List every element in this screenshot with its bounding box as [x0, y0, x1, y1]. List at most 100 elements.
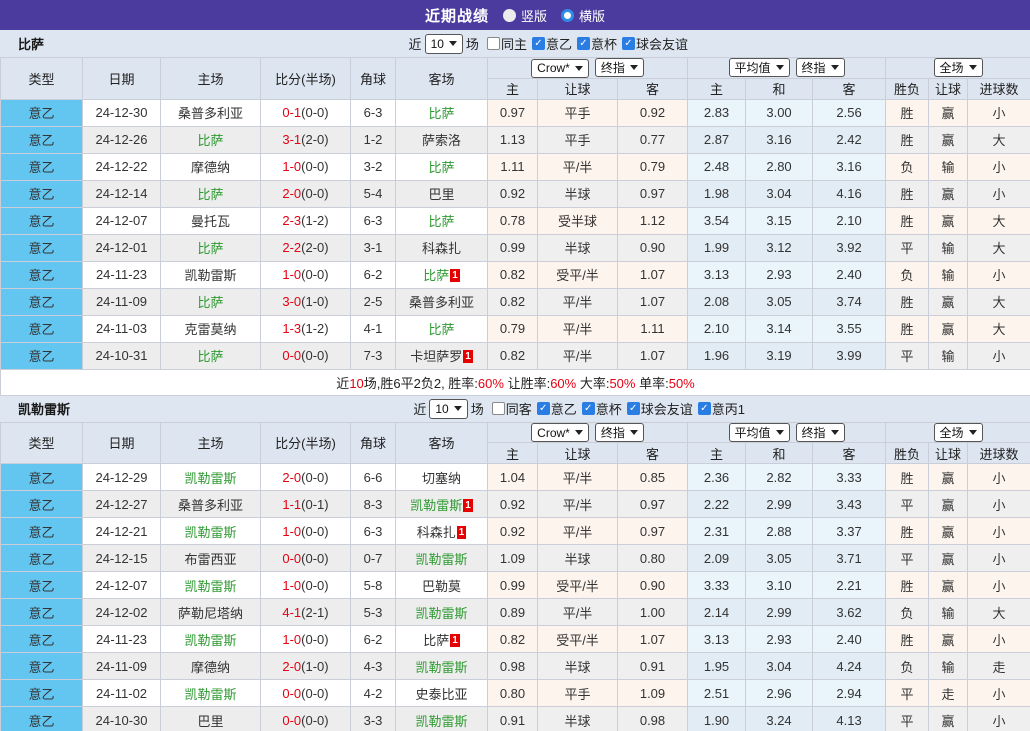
radio-vertical-layout[interactable]: 竖版 [503, 6, 547, 25]
away-team-cell: 比萨 [396, 207, 488, 234]
away-team-cell: 卡坦萨罗1 [396, 342, 488, 369]
chevron-down-icon [575, 66, 583, 71]
average-odds-cell: 2.87 [688, 126, 746, 153]
fulltime-score: 3-0 [282, 294, 301, 309]
result-cell: 负 [886, 153, 929, 180]
filter-checkbox[interactable]: 同客 [492, 399, 532, 418]
handicap-odds-cell: 平/半 [538, 599, 618, 626]
match-date-cell: 24-12-15 [83, 545, 161, 572]
radio-horizontal-layout[interactable]: 横版 [561, 6, 605, 25]
filter-checkbox[interactable]: ✓意乙 [532, 34, 572, 53]
handicap-odds-cell: 1.04 [488, 464, 538, 491]
chevron-down-icon [831, 65, 839, 70]
header-select[interactable]: 平均值 [729, 423, 790, 442]
result-cell: 平 [886, 491, 929, 518]
match-count-select[interactable]: 10 [425, 34, 463, 54]
result-cell: 胜 [886, 99, 929, 126]
team-name: 巴里 [428, 187, 454, 202]
filter-checkbox[interactable]: ✓意乙 [537, 399, 577, 418]
away-team-cell: 巴里 [396, 180, 488, 207]
handicap-odds-cell: 0.89 [488, 599, 538, 626]
filter-checkbox[interactable]: ✓意杯 [577, 34, 617, 53]
average-odds-cell: 3.04 [746, 653, 813, 680]
filter-checkboxes: 同主 ✓意乙 ✓意杯 ✓球会友谊 [482, 34, 688, 53]
header-select[interactable]: 终指 [595, 58, 644, 77]
halftime-score: (0-0) [301, 267, 328, 282]
column-header: 主场 [161, 422, 261, 464]
header-select[interactable]: Crow* [531, 423, 589, 442]
column-subheader: 主 [688, 78, 746, 99]
team-name: 凯勒雷斯 [415, 714, 467, 729]
match-type-cell: 意乙 [1, 234, 83, 261]
header-select[interactable]: 平均值 [729, 58, 790, 77]
corner-cell: 4-3 [351, 653, 396, 680]
fulltime-score: 0-0 [282, 551, 301, 566]
handicap-odds-cell: 0.97 [618, 491, 688, 518]
home-team-cell: 萨勒尼塔纳 [161, 599, 261, 626]
team-name: 凯勒雷斯 [184, 633, 236, 648]
filter-checkbox[interactable]: ✓球会友谊 [622, 34, 688, 53]
match-date-cell: 24-12-07 [83, 207, 161, 234]
header-select[interactable]: 全场 [934, 58, 983, 77]
team-name: 凯勒雷斯 [184, 471, 236, 486]
column-subheader: 胜负 [886, 78, 929, 99]
average-odds-cell: 2.93 [746, 261, 813, 288]
team-name: 克雷莫纳 [184, 322, 236, 337]
filter-checkbox[interactable]: ✓意杯 [582, 399, 622, 418]
away-team-cell: 巴勒莫 [396, 572, 488, 599]
result-cell: 赢 [929, 491, 968, 518]
fulltime-score: 2-0 [282, 470, 301, 485]
home-team-cell: 比萨 [161, 180, 261, 207]
handicap-odds-cell: 受平/半 [538, 626, 618, 653]
table-row: 意乙24-12-22摩德纳1-0(0-0)3-2比萨1.11平/半0.792.4… [1, 153, 1030, 180]
fulltime-score: 1-0 [282, 524, 301, 539]
away-team-cell: 比萨1 [396, 626, 488, 653]
result-cell: 胜 [886, 126, 929, 153]
table-row: 意乙24-12-07凯勒雷斯1-0(0-0)5-8巴勒莫0.99受平/半0.90… [1, 572, 1030, 599]
average-odds-cell: 2.82 [746, 464, 813, 491]
result-cell: 赢 [929, 288, 968, 315]
select-value: 全场 [940, 424, 964, 441]
handicap-odds-cell: 平/半 [538, 464, 618, 491]
home-team-cell: 克雷莫纳 [161, 315, 261, 342]
checkbox-icon: ✓ [622, 37, 635, 50]
team-name: 比萨 [197, 241, 223, 256]
header-select[interactable]: 终指 [796, 423, 845, 442]
score-cell: 0-0(0-0) [261, 707, 351, 731]
fulltime-score: 4-1 [282, 605, 301, 620]
handicap-odds-cell: 0.90 [618, 234, 688, 261]
filter-checkbox[interactable]: ✓意丙1 [698, 399, 745, 418]
match-count-select[interactable]: 10 [429, 399, 467, 419]
handicap-odds-cell: 0.91 [488, 707, 538, 731]
filter-unit-label: 场 [471, 399, 484, 418]
result-cell: 赢 [929, 707, 968, 731]
column-subheader: 让球 [538, 443, 618, 464]
score-cell: 0-0(0-0) [261, 545, 351, 572]
score-cell: 1-0(0-0) [261, 261, 351, 288]
result-cell: 胜 [886, 518, 929, 545]
match-date-cell: 24-12-26 [83, 126, 161, 153]
filter-checkbox[interactable]: 同主 [487, 34, 527, 53]
result-cell: 小 [968, 626, 1030, 653]
table-row: 意乙24-10-31比萨0-0(0-0)7-3卡坦萨罗10.82平/半1.071… [1, 342, 1030, 369]
average-odds-cell: 2.42 [813, 126, 886, 153]
column-subheader: 客 [813, 443, 886, 464]
header-select[interactable]: 终指 [595, 423, 644, 442]
average-odds-cell: 3.10 [746, 572, 813, 599]
corner-cell: 4-1 [351, 315, 396, 342]
team-name: 切塞纳 [422, 471, 461, 486]
team-name: 摩德纳 [191, 660, 230, 675]
team-name: 桑普多利亚 [409, 295, 474, 310]
halftime-score: (1-0) [301, 659, 328, 674]
result-cell: 胜 [886, 572, 929, 599]
checkbox-icon [487, 37, 500, 50]
header-select[interactable]: Crow* [531, 59, 589, 78]
header-select[interactable]: 终指 [796, 58, 845, 77]
team-name: 比萨 [428, 322, 454, 337]
team-name: 萨索洛 [422, 133, 461, 148]
away-team-cell: 科森扎 [396, 234, 488, 261]
filter-checkbox[interactable]: ✓球会友谊 [627, 399, 693, 418]
header-select[interactable]: 全场 [934, 423, 983, 442]
score-cell: 1-0(0-0) [261, 518, 351, 545]
match-date-cell: 24-11-23 [83, 626, 161, 653]
